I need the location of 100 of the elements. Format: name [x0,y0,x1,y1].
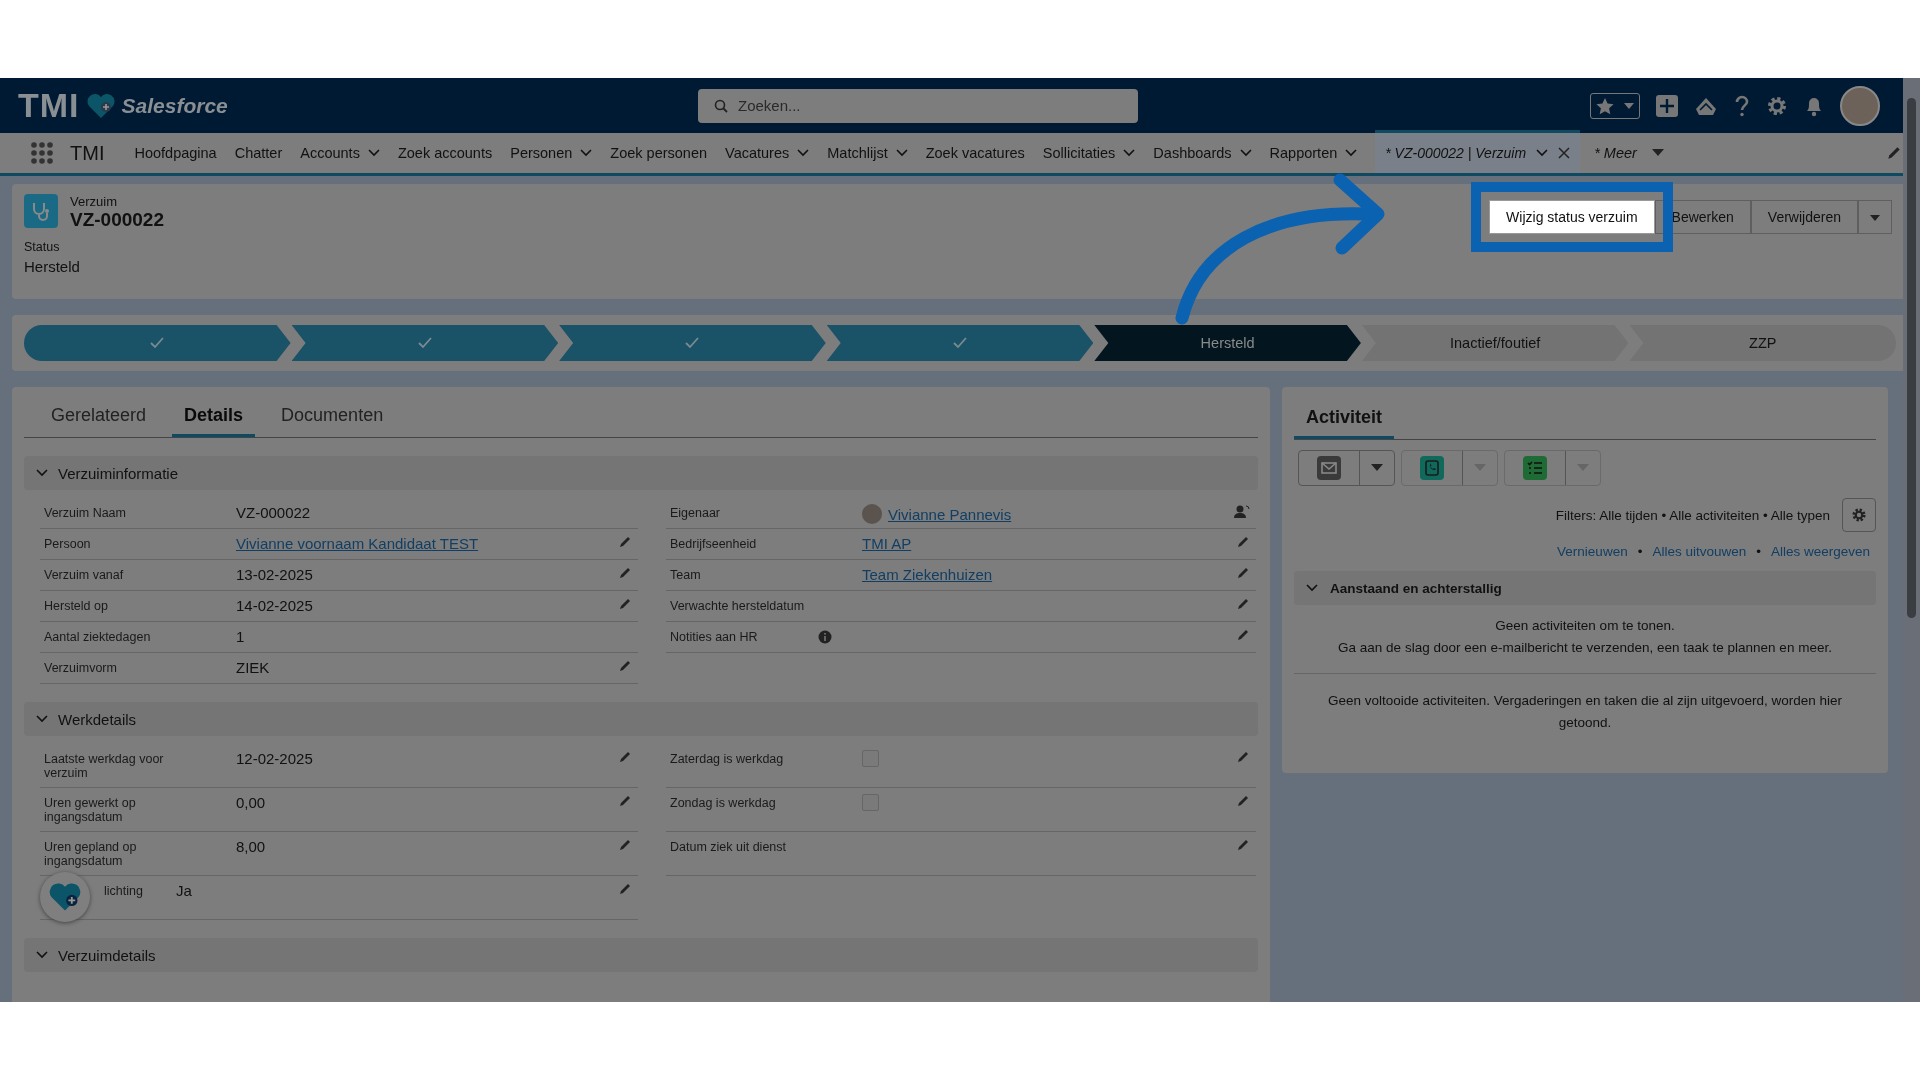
record-name: VZ-000022 [70,209,164,231]
field-value: 1 [236,628,245,645]
tab[interactable]: Details [172,405,256,437]
nav-item[interactable]: Personen [510,145,573,161]
action-button[interactable]: Wijzig status verzuim [1489,200,1655,234]
field-label: Aantal ziektedagen [44,630,152,644]
chevron-down-icon [36,951,48,959]
settings-button[interactable] [1842,498,1876,532]
field-label: Laatste werkdag voor verzuim [44,752,165,780]
field-label: Verzuimvorm [44,661,118,675]
product-name: Salesforce [121,93,228,118]
pencil-icon[interactable] [1236,750,1250,764]
nav-item[interactable]: Accounts [300,145,360,161]
nav-item[interactable]: Vacatures [725,145,790,161]
help-icon[interactable] [1734,94,1750,117]
field-value: 14-02-2025 [236,597,313,614]
section-header[interactable]: Aanstaand en achterstallig [1294,571,1876,605]
pencil-icon[interactable] [1236,838,1250,852]
add-icon[interactable] [1656,94,1678,117]
activity-link[interactable]: Alles uitvouwen [1652,544,1747,559]
nav-item[interactable]: Matchlijst [827,145,888,161]
field-label: Verzuim vanaf [44,568,125,582]
settings-icon[interactable] [1766,94,1788,117]
pencil-icon[interactable] [618,794,632,808]
more-tab[interactable]: * Meer [1594,145,1637,161]
action-button[interactable]: Verwijderen [1750,200,1858,234]
section-header[interactable]: Verzuiminformatie [24,456,1258,490]
chevron-down-icon [36,715,48,723]
caret-icon[interactable] [1370,463,1384,473]
field-label: Zondag is werkdag [670,796,777,810]
pencil-icon[interactable] [1886,145,1902,161]
nav-item[interactable]: Hoofdpagina [134,145,217,161]
empty-message: Ga aan de slag door een e-mailbericht te verzenden, een taak te plannen en meer. [1337,639,1833,657]
close-icon[interactable] [1558,147,1571,159]
avatar-icon [862,504,882,524]
pencil-icon[interactable] [1236,628,1250,642]
caret-icon[interactable] [1650,148,1665,158]
tab[interactable]: Gerelateerd [39,405,159,437]
path-stage[interactable]: Hersteld [1094,325,1361,361]
pencil-icon[interactable] [1236,566,1250,580]
chevron-down-icon [1345,149,1358,157]
pencil-icon[interactable] [618,597,632,611]
path-stage[interactable] [559,325,826,361]
app-launcher-icon[interactable] [30,141,54,165]
nav-item[interactable]: Zoek personen [610,145,708,161]
nav-item[interactable]: Dashboards [1153,145,1232,161]
favorites-button[interactable] [1590,92,1640,119]
settings-icon [1851,507,1867,523]
change-owner-icon[interactable] [1234,504,1250,518]
field-value: Hersteld [24,258,81,275]
pencil-icon[interactable] [618,750,632,764]
more-actions-button[interactable] [1858,200,1892,234]
activity-link[interactable]: Vernieuwen [1557,544,1628,559]
chevron-down-icon [1239,149,1252,157]
field-value: 12-02-2025 [236,750,313,767]
nav-item[interactable]: Zoek accounts [397,145,493,161]
tab[interactable]: Documenten [269,405,396,437]
pencil-icon[interactable] [618,659,632,673]
path-stage[interactable] [826,325,1094,361]
info-icon [818,630,832,644]
nav-item[interactable]: Chatter [234,145,283,161]
pencil-icon[interactable] [1236,535,1250,549]
field-label: Bedrijfseenheid [670,537,758,551]
nav-item[interactable]: Zoek vacatures [925,145,1025,161]
heart-plus-button[interactable] [40,872,90,922]
pencil-icon[interactable] [1236,597,1250,611]
pencil-icon[interactable] [618,566,632,580]
search-field[interactable]: Zoeken... [698,88,1138,123]
path-stage[interactable] [24,325,291,361]
record-link[interactable]: Team Ziekenhuizen [862,566,993,583]
section-header[interactable]: Verzuimdetails [24,938,1258,972]
pencil-icon[interactable] [618,882,632,896]
pencil-icon[interactable] [618,838,632,852]
activity-action[interactable] [1298,450,1395,486]
stethoscope-icon [24,194,58,228]
field-label: Verzuim Naam [44,506,127,520]
scrollbar[interactable] [1903,78,1920,1002]
record-tab[interactable]: * VZ-000022 | Verzuim [1375,130,1581,173]
record-link[interactable]: Vivianne Pannevis [888,505,1012,523]
nav-item[interactable]: Sollicitaties [1042,145,1116,161]
pencil-icon[interactable] [618,535,632,549]
record-link[interactable]: Vivianne voornaam Kandidaat TEST [236,535,479,552]
path-stage[interactable]: ZZP [1629,325,1897,361]
chevron-down-icon [367,149,380,157]
action-button[interactable]: Bewerken [1654,200,1751,234]
activity-tab[interactable]: Activiteit [1294,399,1395,439]
user-avatar[interactable] [1840,85,1880,126]
chevron-down-icon [1306,584,1318,592]
pencil-icon[interactable] [1236,794,1250,808]
activity-link[interactable]: Alles weergeven [1770,544,1870,559]
path-stage[interactable]: Inactief/foutief [1361,325,1629,361]
section-header[interactable]: Werkdetails [24,702,1258,736]
app-name: TMI [70,141,105,165]
nav-item[interactable]: Rapporten [1269,145,1338,161]
path-stage[interactable] [291,325,559,361]
field-label: lichting [104,884,143,898]
field-value: 8,00 [236,838,266,855]
check-icon [417,337,432,349]
chevron-down-icon [797,149,810,157]
record-link[interactable]: TMI AP [862,535,912,552]
